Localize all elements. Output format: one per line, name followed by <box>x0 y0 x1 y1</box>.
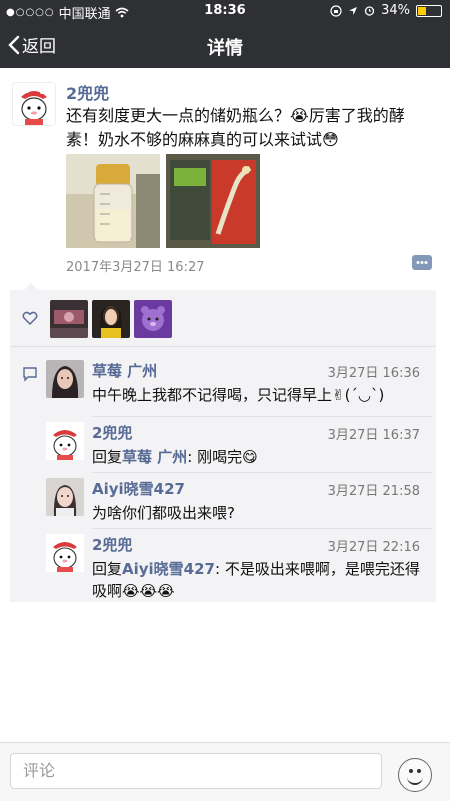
post-photo-bottle[interactable] <box>66 154 160 248</box>
commenter-name[interactable]: 2兜兜 <box>92 534 132 555</box>
alarm-icon <box>364 6 375 16</box>
comment-text: 回复Aiyi晓雪427: 不是吸出来喂啊，是喂完还得吸啊😭😭😭 <box>92 558 422 602</box>
reply-prefix: 回复 <box>92 560 123 578</box>
comment-bubble-icon <box>23 367 37 382</box>
post-text: 还有刻度更大一点的储奶瓶么？😭厉害了我的酵素！奶水不够的麻麻真的可以来试试😳 <box>66 106 405 149</box>
comment-text: 为啥你们都吸出来喂? <box>92 504 235 522</box>
like-avatar[interactable] <box>134 300 172 338</box>
page-title: 详情 <box>207 38 243 59</box>
nav-bar: 返回 详情 <box>0 22 450 68</box>
commenter-name[interactable]: Aiyi晓雪427 <box>92 478 185 499</box>
reply-mention[interactable]: Aiyi晓雪427 <box>122 560 215 578</box>
status-bar: ●○○○○ 中国联通 18:36 34% <box>0 0 450 22</box>
orientation-lock-icon <box>330 4 342 17</box>
comment-time: 3月27日 16:36 <box>327 366 420 381</box>
likes-row <box>10 290 436 347</box>
commenter-avatar[interactable] <box>46 422 84 460</box>
commenter-avatar[interactable] <box>46 360 84 398</box>
comment-time: 3月27日 16:37 <box>327 428 420 443</box>
post-photo-enzyme[interactable] <box>166 154 260 248</box>
battery-icon <box>416 4 442 17</box>
comment-item[interactable]: 草莓 广州 3月27日 16:36 中午晚上我都不记得喝，只记得早上✌(´◡`) <box>46 360 432 416</box>
comment-time: 3月27日 22:16 <box>327 540 420 555</box>
interaction-panel: 草莓 广州 3月27日 16:36 中午晚上我都不记得喝，只记得早上✌(´◡`)… <box>10 283 436 602</box>
comment-text: 回复草莓 广州: 刚喝完😋 <box>92 446 422 468</box>
divider <box>92 416 432 417</box>
location-icon <box>349 6 358 15</box>
commenter-name[interactable]: 2兜兜 <box>92 422 132 443</box>
post-timestamp: 2017年3月27日 16:27 <box>66 260 205 275</box>
author-avatar[interactable] <box>12 82 56 126</box>
comment-text: 中午晚上我都不记得喝，只记得早上✌(´◡`) <box>92 386 385 404</box>
post-author-name[interactable]: 2兜兜 <box>66 80 109 104</box>
divider <box>92 472 432 473</box>
comment-input-bar: 评论 <box>0 742 450 801</box>
reply-body: : 刚喝完😋 <box>187 448 258 466</box>
divider <box>92 528 432 529</box>
like-avatar[interactable] <box>92 300 130 338</box>
comment-time: 3月27日 21:58 <box>327 484 420 499</box>
heart-icon <box>22 311 38 326</box>
like-avatar[interactable] <box>50 300 88 338</box>
comment-item[interactable]: 2兜兜 3月27日 22:16 回复Aiyi晓雪427: 不是吸出来喂啊，是喂完… <box>46 534 432 600</box>
commenter-avatar[interactable] <box>46 478 84 516</box>
commenter-name[interactable]: 草莓 广州 <box>92 360 157 381</box>
comment-action-button[interactable] <box>412 255 432 270</box>
comment-item[interactable]: 2兜兜 3月27日 16:37 回复草莓 广州: 刚喝完😋 <box>46 422 432 474</box>
comment-item[interactable]: Aiyi晓雪427 3月27日 21:58 为啥你们都吸出来喂? <box>46 478 432 530</box>
reply-mention[interactable]: 草莓 广州 <box>122 448 187 466</box>
emoji-button[interactable] <box>398 758 432 792</box>
reply-prefix: 回复 <box>92 448 123 466</box>
battery-percent: 34% <box>381 3 410 18</box>
commenter-avatar[interactable] <box>46 534 84 572</box>
comment-dots-icon <box>416 261 428 264</box>
comment-input[interactable]: 评论 <box>10 753 382 789</box>
